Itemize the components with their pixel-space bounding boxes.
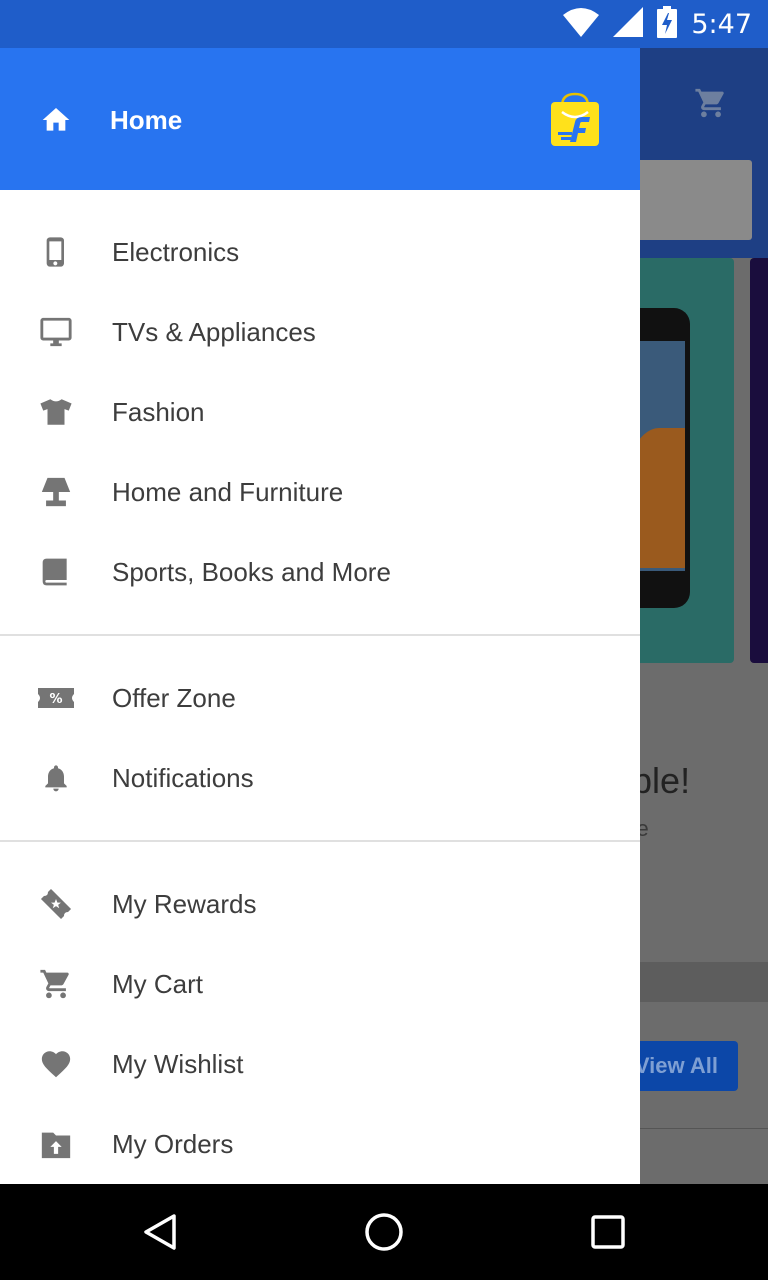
drawer-section-offers: % Offer Zone Notifications	[0, 636, 640, 840]
menu-item-sports-books[interactable]: Sports, Books and More	[0, 532, 640, 612]
menu-item-electronics[interactable]: Electronics	[0, 212, 640, 292]
cart-icon	[38, 966, 74, 1002]
drawer-header-home[interactable]: Home	[0, 48, 640, 190]
menu-item-label: My Orders	[112, 1128, 234, 1159]
battery-charging-icon	[657, 5, 678, 43]
signal-icon	[613, 6, 644, 42]
home-icon	[40, 104, 72, 141]
back-icon[interactable]	[136, 1208, 184, 1256]
svg-text:%: %	[49, 692, 62, 707]
recents-icon[interactable]	[584, 1208, 632, 1256]
menu-item-label: Notifications	[112, 762, 254, 793]
offer-ticket-icon: %	[38, 680, 74, 716]
menu-item-label: TVs & Appliances	[112, 316, 316, 347]
menu-item-my-wishlist[interactable]: My Wishlist	[0, 1024, 640, 1104]
bg-cart-icon	[694, 86, 728, 125]
drawer-section-account: My Rewards My Cart My Wishlist My Orders	[0, 842, 640, 1184]
drawer-section-categories: Electronics TVs & Appliances Fashion Hom…	[0, 190, 640, 634]
menu-item-label: My Cart	[112, 968, 203, 999]
menu-item-my-rewards[interactable]: My Rewards	[0, 864, 640, 944]
wifi-icon	[563, 7, 600, 42]
flipkart-logo	[548, 92, 602, 151]
phone-icon	[38, 234, 74, 270]
tshirt-icon	[38, 394, 74, 430]
menu-item-label: Sports, Books and More	[112, 556, 391, 587]
book-icon	[38, 554, 74, 590]
home-label: Home	[110, 105, 183, 135]
menu-item-fashion[interactable]: Fashion	[0, 372, 640, 452]
system-nav-bar	[0, 1184, 768, 1280]
menu-item-label: Offer Zone	[112, 682, 236, 713]
menu-item-tvs-appliances[interactable]: TVs & Appliances	[0, 292, 640, 372]
orders-box-icon	[38, 1126, 74, 1162]
home-circle-icon[interactable]	[360, 1208, 408, 1256]
menu-item-notifications[interactable]: Notifications	[0, 738, 640, 818]
status-bar: 5:47	[0, 0, 768, 48]
bg-banner-next	[750, 258, 768, 663]
clock: 5:47	[691, 8, 752, 40]
menu-item-my-cart[interactable]: My Cart	[0, 944, 640, 1024]
navigation-drawer: Home Electronics TVs & Appliances Fashio…	[0, 48, 640, 1184]
menu-item-my-orders[interactable]: My Orders	[0, 1104, 640, 1184]
menu-item-home-furniture[interactable]: Home and Furniture	[0, 452, 640, 532]
menu-item-offer-zone[interactable]: % Offer Zone	[0, 658, 640, 738]
menu-item-label: Fashion	[112, 396, 205, 427]
menu-item-label: My Wishlist	[112, 1048, 244, 1079]
menu-item-label: Home and Furniture	[112, 476, 344, 507]
monitor-icon	[38, 314, 74, 350]
lamp-icon	[38, 474, 74, 510]
menu-item-label: My Rewards	[112, 888, 257, 919]
bell-icon	[38, 760, 74, 796]
menu-item-label: Electronics	[112, 236, 240, 267]
rewards-ticket-icon	[38, 886, 74, 922]
heart-icon	[38, 1046, 74, 1082]
